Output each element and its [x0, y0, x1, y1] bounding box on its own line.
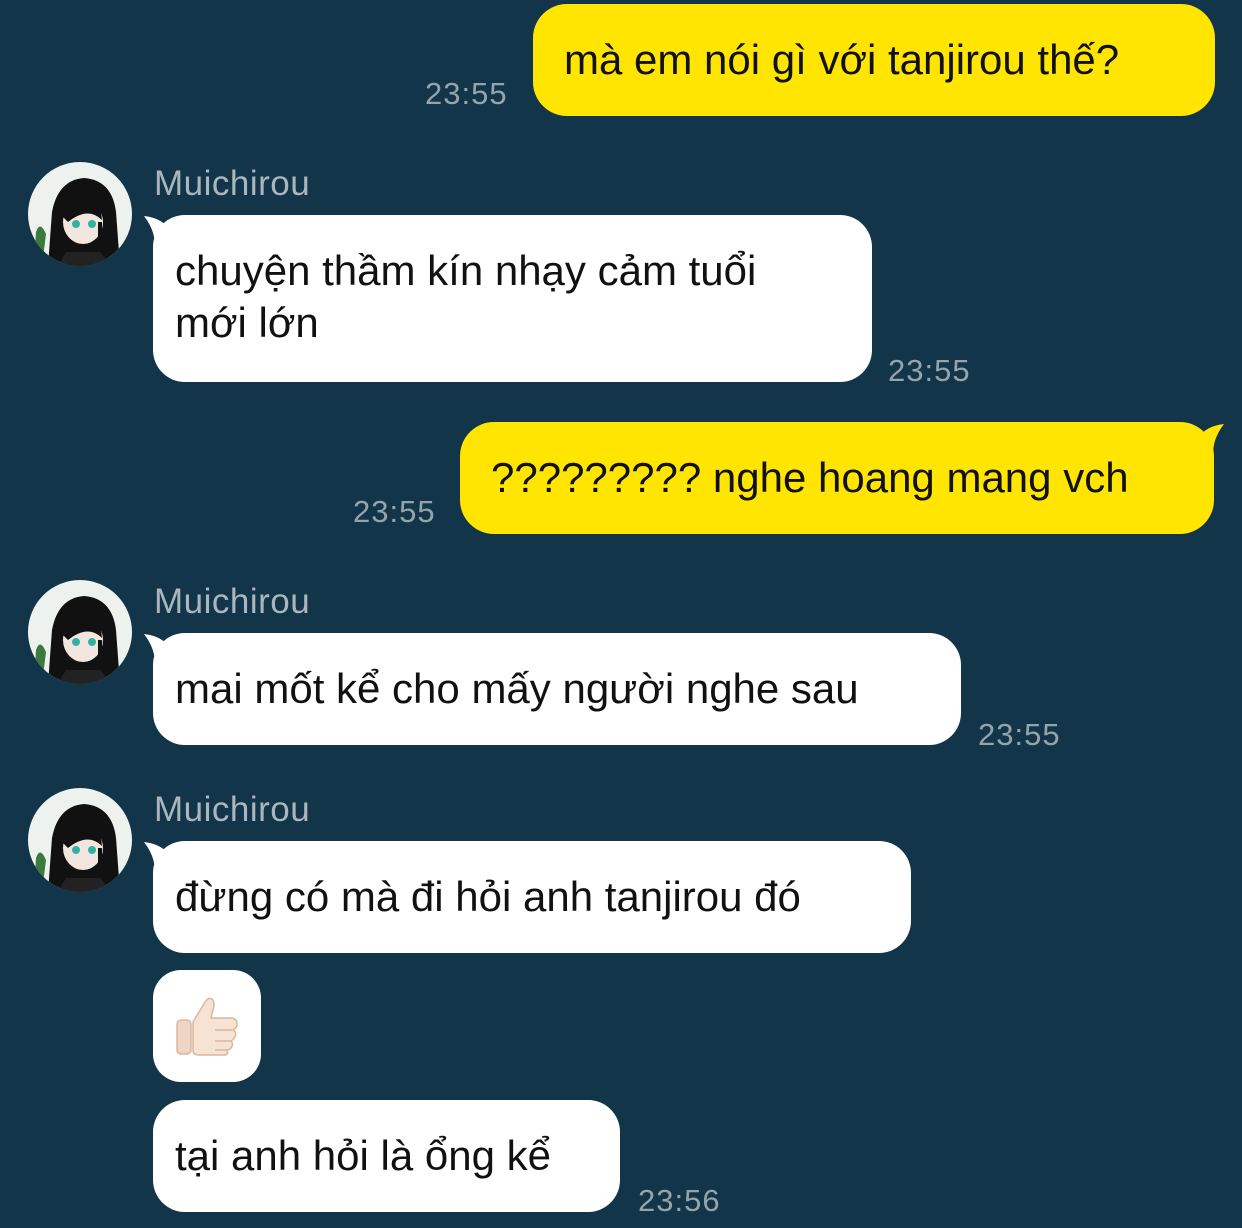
message-text: đừng có mà đi hỏi anh tanjirou đó: [175, 873, 801, 920]
message-timestamp: 23:55: [425, 76, 508, 111]
message-timestamp: 23:55: [888, 353, 971, 388]
sender-name: Muichirou: [154, 164, 311, 203]
outgoing-message-bubble[interactable]: ????????? nghe hoang mang vch: [460, 422, 1214, 534]
sender-name: Muichirou: [154, 582, 311, 621]
chat-view: 23:55 mà em nói gì với tanjirou thế? Mui…: [0, 0, 1242, 1228]
message-text: mai mốt kể cho mấy người nghe sau: [175, 665, 859, 712]
message-text-line: mới lớn: [175, 299, 319, 346]
outgoing-message-bubble[interactable]: mà em nói gì với tanjirou thế?: [533, 4, 1215, 116]
sender-name: Muichirou: [154, 790, 311, 829]
avatar[interactable]: [28, 162, 132, 266]
avatar[interactable]: [28, 788, 132, 892]
message-timestamp: 23:55: [353, 494, 436, 529]
message-text-line: chuyện thầm kín nhạy cảm tuổi: [175, 247, 757, 294]
incoming-message-bubble[interactable]: chuyện thầm kín nhạy cảm tuổi mới lớn: [153, 215, 872, 382]
message-text: mà em nói gì với tanjirou thế?: [564, 36, 1120, 83]
message-timestamp: 23:56: [638, 1183, 721, 1218]
incoming-message-bubble[interactable]: tại anh hỏi là ổng kể: [153, 1100, 620, 1212]
message-text: ????????? nghe hoang mang vch: [491, 454, 1129, 501]
incoming-message-bubble[interactable]: mai mốt kể cho mấy người nghe sau: [153, 633, 961, 745]
avatar[interactable]: [28, 580, 132, 684]
incoming-message-bubble[interactable]: đừng có mà đi hỏi anh tanjirou đó: [153, 841, 911, 953]
emoji-message-bubble[interactable]: [153, 970, 261, 1082]
thumbs-up-icon: [176, 997, 238, 1056]
message-text: tại anh hỏi là ổng kể: [175, 1132, 551, 1179]
message-timestamp: 23:55: [978, 717, 1061, 752]
